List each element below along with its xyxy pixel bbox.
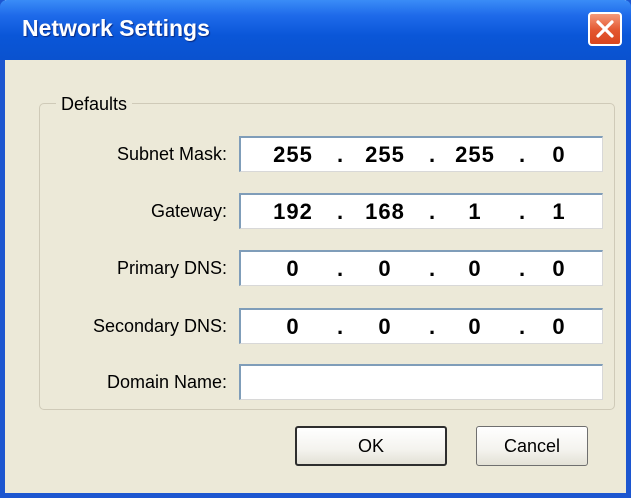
primary-dns-octet-3[interactable]: 0	[445, 256, 505, 282]
octet-separator: .	[428, 256, 436, 281]
secondary-dns-octet-2[interactable]: 0	[355, 314, 415, 340]
secondary-dns-input[interactable]: 0 . 0 . 0 . 0	[239, 308, 603, 344]
defaults-group-label: Defaults	[56, 94, 133, 115]
close-icon	[596, 20, 614, 38]
gateway-octet-4[interactable]: 1	[529, 199, 589, 225]
octet-separator: .	[336, 142, 344, 167]
gateway-octet-3[interactable]: 1	[445, 199, 505, 225]
title-bar[interactable]: Network Settings	[0, 0, 631, 60]
secondary-dns-octet-1[interactable]: 0	[263, 314, 323, 340]
window-title: Network Settings	[22, 15, 210, 41]
subnet-mask-input[interactable]: 255 . 255 . 255 . 0	[239, 136, 603, 172]
octet-separator: .	[518, 199, 526, 224]
octet-separator: .	[518, 256, 526, 281]
octet-separator: .	[336, 199, 344, 224]
domain-name-label: Domain Name:	[106, 372, 227, 392]
gateway-input[interactable]: 192 . 168 . 1 . 1	[239, 193, 603, 229]
octet-separator: .	[428, 142, 436, 167]
primary-dns-octet-1[interactable]: 0	[263, 256, 323, 282]
octet-separator: .	[336, 314, 344, 339]
primary-dns-input[interactable]: 0 . 0 . 0 . 0	[239, 250, 603, 286]
octet-separator: .	[518, 142, 526, 167]
domain-name-input[interactable]	[239, 364, 603, 400]
primary-dns-octet-4[interactable]: 0	[529, 256, 589, 282]
secondary-dns-octet-3[interactable]: 0	[445, 314, 505, 340]
subnet-mask-octet-3[interactable]: 255	[445, 142, 505, 168]
subnet-mask-label: Subnet Mask:	[116, 144, 227, 164]
gateway-octet-2[interactable]: 168	[355, 199, 415, 225]
octet-separator: .	[428, 199, 436, 224]
subnet-mask-octet-4[interactable]: 0	[529, 142, 589, 168]
octet-separator: .	[336, 256, 344, 281]
secondary-dns-label: Secondary DNS:	[92, 316, 227, 336]
gateway-octet-1[interactable]: 192	[263, 199, 323, 225]
ok-button[interactable]: OK	[295, 426, 447, 466]
gateway-label: Gateway:	[150, 201, 227, 221]
dialog-body: Defaults Subnet Mask: 255 . 255 . 255 . …	[5, 60, 626, 493]
cancel-button[interactable]: Cancel	[476, 426, 588, 466]
subnet-mask-octet-2[interactable]: 255	[355, 142, 415, 168]
network-settings-dialog: Network Settings Defaults Subnet Mask: 2…	[0, 0, 631, 498]
secondary-dns-octet-4[interactable]: 0	[529, 314, 589, 340]
octet-separator: .	[428, 314, 436, 339]
close-button[interactable]	[588, 12, 622, 46]
subnet-mask-octet-1[interactable]: 255	[263, 142, 323, 168]
primary-dns-octet-2[interactable]: 0	[355, 256, 415, 282]
octet-separator: .	[518, 314, 526, 339]
primary-dns-label: Primary DNS:	[116, 258, 227, 278]
